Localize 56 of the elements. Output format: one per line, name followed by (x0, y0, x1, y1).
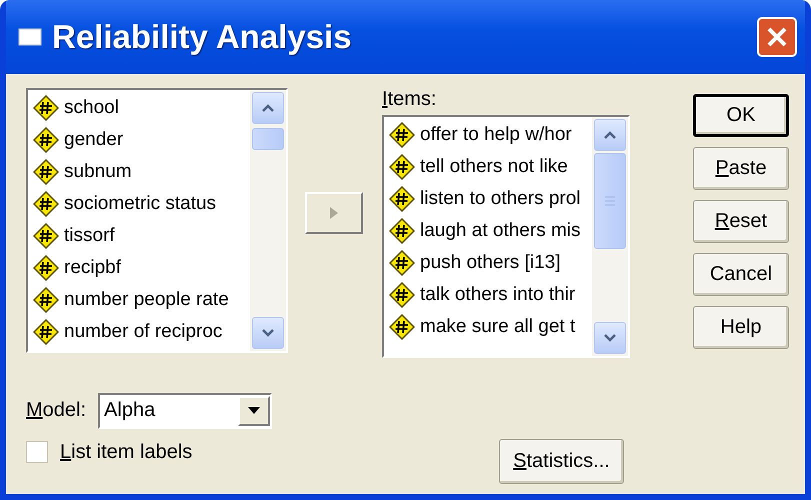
right-arrow-icon (329, 206, 339, 220)
numeric-variable-icon (33, 191, 59, 217)
dialog-button[interactable]: OK (693, 94, 789, 137)
dialog-button[interactable]: Reset (693, 200, 789, 243)
numeric-variable-icon (389, 250, 415, 276)
checkbox[interactable] (26, 441, 48, 463)
variable-name[interactable]: subnum (64, 161, 132, 183)
items-list[interactable]: offer to help w/hor tell others not like listen to others prol laugh at others mis push others [i13] talk others into thir make sure all get t (382, 115, 630, 358)
numeric-variable-icon (389, 314, 415, 340)
numeric-variable-icon (389, 186, 415, 212)
scroll-up-icon[interactable] (594, 119, 626, 151)
statistics-button[interactable]: Statistics... (499, 439, 624, 484)
numeric-variable-icon (33, 255, 59, 281)
variable-name[interactable]: school (64, 97, 119, 119)
window-title: Reliability Analysis (52, 18, 353, 56)
variable-name[interactable]: recipbf (64, 257, 122, 279)
dialog-button[interactable]: Cancel (693, 253, 789, 296)
variable-name[interactable]: gender (64, 129, 124, 151)
dialog-button[interactable]: Paste (693, 147, 789, 190)
numeric-variable-icon (389, 218, 415, 244)
scroll-thumb[interactable] (594, 153, 626, 249)
variable-name[interactable]: number of reciproc (64, 321, 222, 343)
variable-name[interactable]: number people rate (64, 289, 229, 311)
scroll-up-icon[interactable] (252, 92, 284, 124)
variable-name[interactable]: make sure all get t (420, 316, 576, 338)
numeric-variable-icon (389, 282, 415, 308)
variable-name[interactable]: tell others not like (420, 156, 568, 178)
variable-name[interactable]: sociometric status (64, 193, 216, 215)
variable-list[interactable]: school gender subnum sociometric status tissorf recipbf number people rate number of reciproc (26, 88, 288, 353)
scroll-down-icon[interactable] (252, 317, 284, 349)
items-label: Items: (382, 88, 438, 111)
numeric-variable-icon (389, 122, 415, 148)
scroll-thumb[interactable] (252, 128, 284, 150)
numeric-variable-icon (33, 223, 59, 249)
numeric-variable-icon (33, 287, 59, 313)
numeric-variable-icon (33, 95, 59, 121)
close-icon (766, 26, 788, 48)
checkbox-label[interactable]: List item labels (60, 440, 192, 464)
window-icon (18, 28, 42, 46)
variable-name[interactable]: push others [i13] (420, 252, 560, 274)
scrollbar[interactable] (592, 117, 628, 356)
variable-name[interactable]: offer to help w/hor (420, 124, 572, 146)
variable-name[interactable]: tissorf (64, 225, 115, 247)
model-dropdown[interactable]: Alpha (98, 392, 272, 428)
model-label: Model: (26, 399, 86, 422)
close-button[interactable] (757, 17, 797, 57)
scrollbar[interactable] (250, 90, 286, 351)
variable-name[interactable]: listen to others prol (420, 188, 581, 210)
numeric-variable-icon (389, 154, 415, 180)
numeric-variable-icon (33, 127, 59, 153)
scroll-down-icon[interactable] (594, 322, 626, 354)
dialog-button[interactable]: Help (693, 306, 789, 349)
variable-name[interactable]: laugh at others mis (420, 220, 581, 242)
variable-name[interactable]: talk others into thir (420, 284, 576, 306)
numeric-variable-icon (33, 159, 59, 185)
numeric-variable-icon (33, 319, 59, 345)
